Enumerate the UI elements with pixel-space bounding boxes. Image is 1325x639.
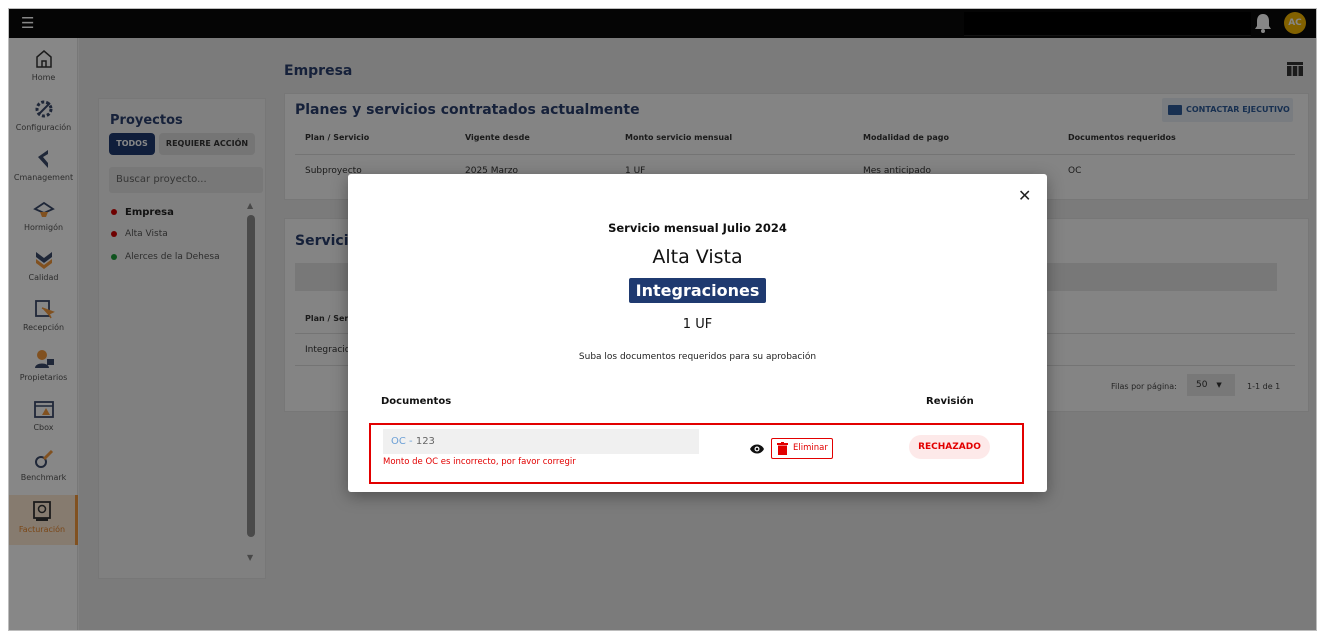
document-row: OC - 123 Monto de OC es incorrecto, por … [369,423,1024,484]
modal-subtitle: Servicio mensual Julio 2024 [608,221,787,235]
review-column-header: Revisión [926,396,974,407]
trash-icon [777,442,788,455]
instructions-text: Suba los documentos requeridos para su a… [578,352,817,362]
service-amount: 1 UF [682,317,713,332]
document-error-message: Monto de OC es incorrecto, por favor cor… [383,457,576,467]
eye-icon[interactable] [750,443,764,455]
document-field[interactable]: OC - 123 [383,429,699,454]
status-badge: RECHAZADO [909,435,990,459]
documents-column-header: Documentos [381,396,452,407]
document-value: 123 [415,436,435,447]
modal-title: Alta Vista [652,246,743,268]
document-prefix: OC - [391,436,413,447]
delete-document-button[interactable]: Eliminar [771,438,833,459]
service-badge: Integraciones [628,278,767,303]
document-upload-modal: ✕ Servicio mensual Julio 2024 Alta Vista… [348,174,1047,492]
service-badge-wrap: Integraciones [348,278,1047,303]
button-label: Eliminar [793,443,828,453]
close-icon[interactable]: ✕ [1018,186,1031,205]
